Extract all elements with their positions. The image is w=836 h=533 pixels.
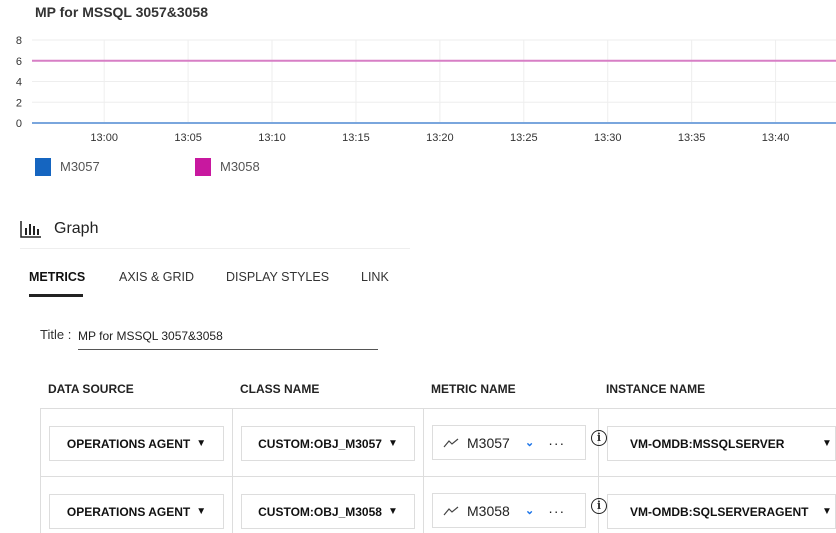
title-input[interactable] [78,322,378,350]
x-tick-label: 13:00 [90,132,118,144]
info-icon[interactable]: i [591,498,607,514]
legend-label-m3057: M3057 [60,159,100,174]
y-tick-label: 0 [16,118,22,130]
chevron-down-icon[interactable]: ⌄ [525,504,534,517]
more-options-icon[interactable]: ··· [548,435,565,451]
column-divider [423,408,424,533]
active-tab-indicator [29,294,83,297]
x-tick-label: 13:35 [678,132,706,144]
class-name-value: CUSTOM:OBJ_M3058 [258,504,382,519]
data-source-dropdown[interactable]: OPERATIONS AGENT ▼ [49,494,224,529]
legend-label-m3058: M3058 [220,159,260,174]
metric-selector[interactable]: M3058 ⌄ ··· [432,493,586,528]
x-tick-label: 13:15 [342,132,370,144]
column-header-metric-name: METRIC NAME [431,382,516,396]
more-options-icon[interactable]: ··· [548,503,565,519]
caret-down-icon: ▼ [387,438,398,449]
x-tick-label: 13:25 [510,132,538,144]
graph-section-header: Graph [20,220,98,238]
chart-title: MP for MSSQL 3057&3058 [35,4,209,20]
x-tick-label: 13:30 [594,132,622,144]
data-source-dropdown[interactable]: OPERATIONS AGENT ▼ [49,426,224,461]
instance-name-dropdown[interactable]: VM-OMDB:MSSQLSERVER ▼ [607,426,836,461]
x-tick-label: 13:20 [426,132,454,144]
caret-down-icon: ▼ [196,506,207,517]
bar-chart-icon [20,221,41,238]
divider [20,248,410,249]
caret-down-icon: ▼ [196,438,207,449]
tab-link[interactable]: LINK [361,270,389,284]
metric-value: M3058 [467,502,510,519]
caret-down-icon: ▼ [822,506,832,517]
x-tick-label: 13:40 [762,132,790,144]
line-chart-icon [443,438,459,447]
instance-name-dropdown[interactable]: VM-OMDB:SQLSERVERAGENT ▼ [607,494,836,529]
metric-selector[interactable]: M3057 ⌄ ··· [432,425,586,460]
legend-swatch-m3058 [195,158,211,176]
column-divider [232,408,233,533]
instance-value: VM-OMDB:SQLSERVERAGENT [630,504,809,519]
legend-swatch-m3057 [35,158,51,176]
data-source-value: OPERATIONS AGENT [66,436,191,451]
x-tick-label: 13:10 [258,132,286,144]
caret-down-icon: ▼ [822,438,832,449]
y-tick-label: 2 [16,97,22,109]
title-label: Title : [40,327,72,342]
data-source-value: OPERATIONS AGENT [66,504,191,519]
row-divider [40,408,836,409]
y-tick-label: 4 [16,77,22,89]
info-icon[interactable]: i [591,430,607,446]
line-chart-icon [443,506,459,515]
metric-value: M3057 [467,434,510,451]
instance-value: VM-OMDB:MSSQLSERVER [630,436,785,451]
y-tick-label: 8 [16,35,22,47]
graph-heading: Graph [54,220,99,237]
caret-down-icon: ▼ [387,506,398,517]
tab-display-styles[interactable]: DISPLAY STYLES [226,270,329,284]
column-divider [40,408,41,533]
row-divider [40,476,836,477]
class-name-dropdown[interactable]: CUSTOM:OBJ_M3057 ▼ [241,426,415,461]
line-chart: 0 2 4 6 8 13:00 13:05 13:10 13:15 13:20 13:25 13:30… [16,35,836,144]
column-header-instance-name: INSTANCE NAME [606,382,706,396]
chevron-down-icon[interactable]: ⌄ [525,436,534,449]
class-name-dropdown[interactable]: CUSTOM:OBJ_M3058 ▼ [241,494,415,529]
column-divider [598,408,599,533]
x-tick-label: 13:05 [174,132,202,144]
tab-axis-grid[interactable]: AXIS & GRID [119,270,194,284]
column-header-data-source: DATA SOURCE [48,382,134,396]
y-tick-label: 6 [16,56,22,68]
column-header-class-name: CLASS NAME [240,382,320,396]
tab-metrics[interactable]: METRICS [29,270,85,284]
class-name-value: CUSTOM:OBJ_M3057 [258,436,382,451]
